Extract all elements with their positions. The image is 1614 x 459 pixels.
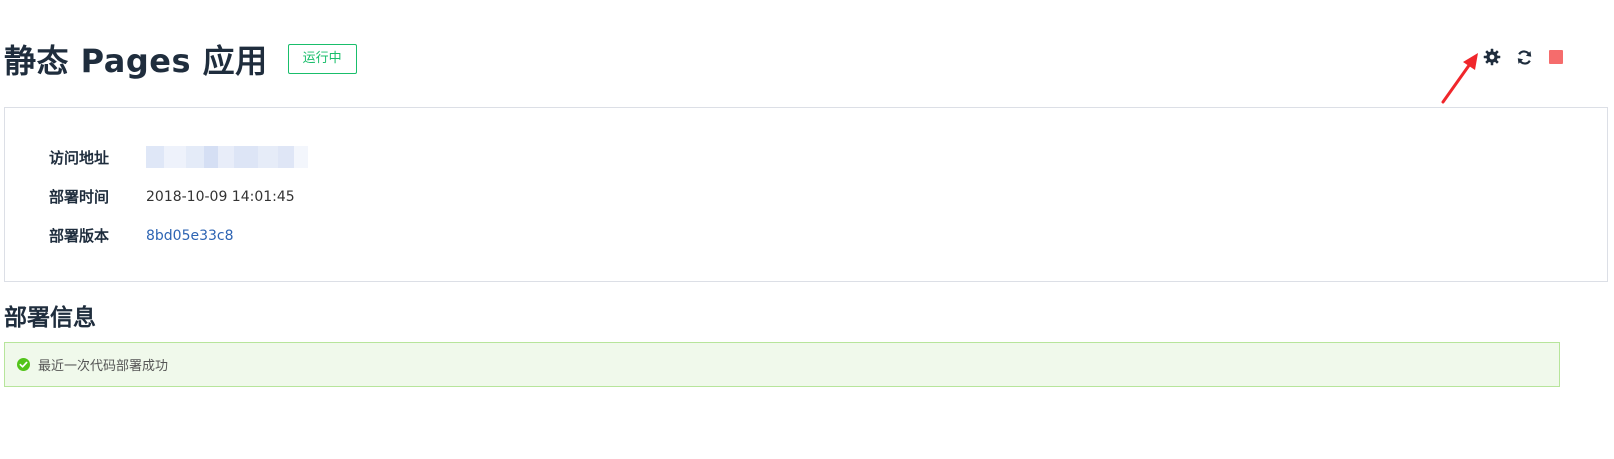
section-title: 部署信息 [4, 305, 96, 331]
page-root: 静态 Pages 应用 运行中 访问地址 部署时间 2018-10-09 14:… [0, 0, 1614, 459]
app-info-card: 访问地址 部署时间 2018-10-09 14:01:45 部署版本 8bd05… [4, 107, 1608, 282]
info-row-url: 访问地址 [49, 146, 308, 168]
page-header: 静态 Pages 应用 运行中 [4, 36, 357, 82]
stop-button[interactable] [1546, 47, 1566, 67]
gear-icon [1483, 48, 1501, 66]
stop-icon [1549, 50, 1563, 64]
info-row-deploy-time: 部署时间 2018-10-09 14:01:45 [49, 186, 295, 207]
refresh-icon [1517, 49, 1531, 65]
page-title: 静态 Pages 应用 [4, 42, 268, 80]
access-url-link[interactable] [146, 146, 308, 168]
annotation-arrow-icon [1441, 53, 1478, 104]
refresh-button[interactable] [1514, 47, 1534, 67]
toolbar [1482, 47, 1566, 67]
info-row-version: 部署版本 8bd05e33c8 [49, 225, 234, 246]
deploy-success-alert: 最近一次代码部署成功 [4, 342, 1560, 387]
version-link[interactable]: 8bd05e33c8 [146, 228, 234, 244]
info-label: 部署时间 [49, 188, 110, 206]
info-label: 部署版本 [49, 227, 110, 245]
check-circle-icon [17, 358, 30, 371]
settings-button[interactable] [1482, 47, 1502, 67]
info-label: 访问地址 [49, 148, 110, 167]
status-badge: 运行中 [287, 44, 357, 74]
alert-message: 最近一次代码部署成功 [38, 359, 169, 374]
deploy-time-value: 2018-10-09 14:01:45 [146, 188, 295, 205]
